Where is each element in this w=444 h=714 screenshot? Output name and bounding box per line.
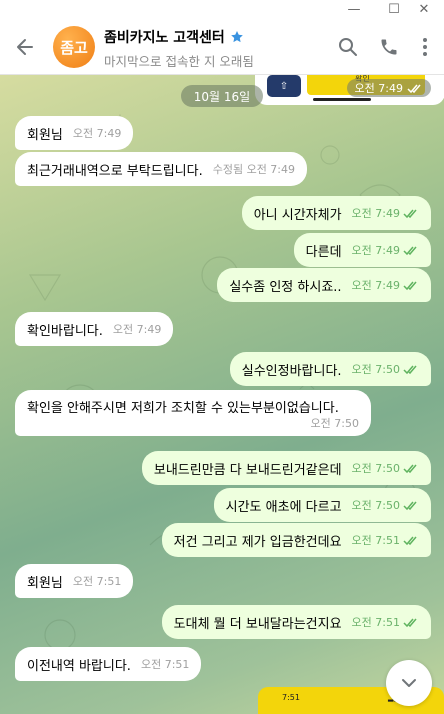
more-vert-icon [423,38,427,56]
double-check-icon [407,84,421,93]
window-titlebar: — ☐ ✕ [0,0,444,18]
outgoing-message[interactable]: 도대체 뭘 더 보내달라는건지요 오전 7:51 [161,605,431,639]
message-text: 보내드린만큼 다 보내드린거같은데 [153,462,342,478]
back-button[interactable] [8,30,42,64]
incoming-message[interactable]: 확인바랍니다. 오전 7:49 [15,312,174,346]
close-window-button[interactable]: ✕ [404,0,444,18]
scroll-to-bottom-button[interactable] [386,660,432,706]
incoming-message[interactable]: 회원님 오전 7:51 [15,564,134,598]
message-time-text: 오전 7:49 [351,279,400,292]
message-text: 회원님 [27,127,63,143]
chat-title[interactable]: 좀비카지노 고객센터 [104,27,244,47]
search-icon [339,38,357,56]
message-text: 저건 그리고 제가 입금한건데요 [173,534,342,550]
message-timestamp: 오전 7:50 [352,497,419,513]
message-timestamp: 오전 7:49 [352,277,419,293]
message-timestamp: 오전 7:51 [352,532,419,548]
message-text: 최근거래내역으로 부탁드립니다. [27,163,203,179]
message-time-text: 오전 7:50 [310,417,359,430]
more-options-button[interactable] [410,32,440,62]
last-seen-status: 마지막으로 접속한 지 오래됨 [104,54,254,69]
message-timestamp: 오전 7:49 [352,242,419,258]
message-time-text: 오전 7:49 [72,127,122,140]
incoming-message[interactable]: 확인을 안해주시면 저희가 조치할 수 있는부분이없습니다. 오전 7:50 [15,390,371,436]
double-check-icon [403,246,417,255]
message-timestamp: 오전 7:51 [73,573,121,589]
message-time-text: 수정됨 오전 7:49 [212,163,296,176]
message-text: 확인을 안해주시면 저희가 조치할 수 있는부분이없습니다. [27,401,339,416]
call-button[interactable] [374,32,404,62]
search-button[interactable] [333,32,363,62]
message-timestamp: 오전 7:49 [352,205,419,221]
message-timestamp: 수정됨 오전 7:49 [213,161,295,177]
chevron-down-icon [402,679,416,687]
double-check-icon [403,464,417,473]
back-arrow-icon [17,39,33,55]
double-check-icon [403,618,417,627]
message-timestamp: 오전 7:50 [311,415,359,431]
outgoing-message[interactable]: 보내드린만큼 다 보내드린거같은데 오전 7:50 [141,451,431,485]
message-timestamp: 오전 7:50 [352,361,419,377]
message-text: 이전내역 바랍니다. [27,658,131,674]
double-check-icon [403,281,417,290]
outgoing-message[interactable]: 실수좀 인정 하시죠.. 오전 7:49 [217,268,431,302]
incoming-message[interactable]: 최근거래내역으로 부탁드립니다. 수정됨 오전 7:49 [15,152,308,186]
message-text: 회원님 [27,575,63,591]
message-time-text: 오전 7:49 [351,207,400,220]
message-timestamp: 오전 7:50 [352,460,419,476]
message-text: 확인바랍니다. [27,323,103,339]
avatar[interactable]: 좀고 [53,26,95,68]
message-time-text: 오전 7:50 [351,499,400,512]
message-time-text: 오전 7:51 [72,575,122,588]
home-indicator [313,98,371,101]
message-text: 실수좀 인정 하시죠.. [229,279,342,295]
share-icon[interactable]: ⇧ [267,75,301,97]
outgoing-message[interactable]: 아니 시간자체가 오전 7:49 [241,196,431,230]
message-text: 시간도 애초에 다르고 [225,499,342,515]
double-check-icon [403,536,417,545]
minimize-button[interactable]: — [334,0,374,18]
chat-title-text: 좀비카지노 고객센터 [104,30,225,46]
outgoing-message[interactable]: 시간도 애초에 다르고 오전 7:50 [213,488,431,522]
message-text: 아니 시간자체가 [253,207,342,223]
message-time-text: 오전 7:51 [140,658,190,671]
chat-messages-area[interactable]: ⇧ 확인 오전 7:49 10월 16일 회원님오전 7:49최근거래내역으로 … [0,75,444,714]
outgoing-message[interactable]: 다른데 오전 7:49 [293,233,431,267]
chat-header: 좀고 좀비카지노 고객센터 마지막으로 접속한 지 오래됨 [0,18,444,75]
verified-star-icon [230,31,243,43]
message-text: 다른데 [305,244,342,260]
message-timestamp: 오전 7:49 [113,321,161,337]
message-time-text: 오전 7:49 [112,323,162,336]
phone-icon [381,39,397,55]
date-divider: 10월 16일 [181,85,263,107]
message-time-text: 오전 7:51 [351,534,400,547]
double-check-icon [403,209,417,218]
message-timestamp: 오전 7:51 [352,614,419,630]
image-time-text: 오전 7:49 [354,82,403,95]
double-check-icon [403,365,417,374]
image-timestamp: 오전 7:49 [346,79,431,97]
message-timestamp: 오전 7:49 [73,125,121,141]
forwarded-image-top[interactable]: ⇧ 확인 오전 7:49 [255,75,444,105]
incoming-message[interactable]: 이전내역 바랍니다. 오전 7:51 [15,647,202,681]
message-time-text: 오전 7:51 [351,616,400,629]
outgoing-message[interactable]: 실수인정바랍니다. 오전 7:50 [229,352,431,386]
double-check-icon [403,501,417,510]
message-time-text: 오전 7:49 [351,244,400,257]
message-time-text: 오전 7:50 [351,363,400,376]
incoming-message[interactable]: 회원님 오전 7:49 [15,116,134,150]
message-text: 실수인정바랍니다. [241,363,342,379]
message-time-text: 오전 7:50 [351,462,400,475]
message-text: 도대체 뭘 더 보내달라는건지요 [173,616,342,632]
message-timestamp: 오전 7:51 [141,656,189,672]
image-status-time: 7:51 [282,693,300,702]
outgoing-message[interactable]: 저건 그리고 제가 입금한건데요 오전 7:51 [161,523,431,557]
